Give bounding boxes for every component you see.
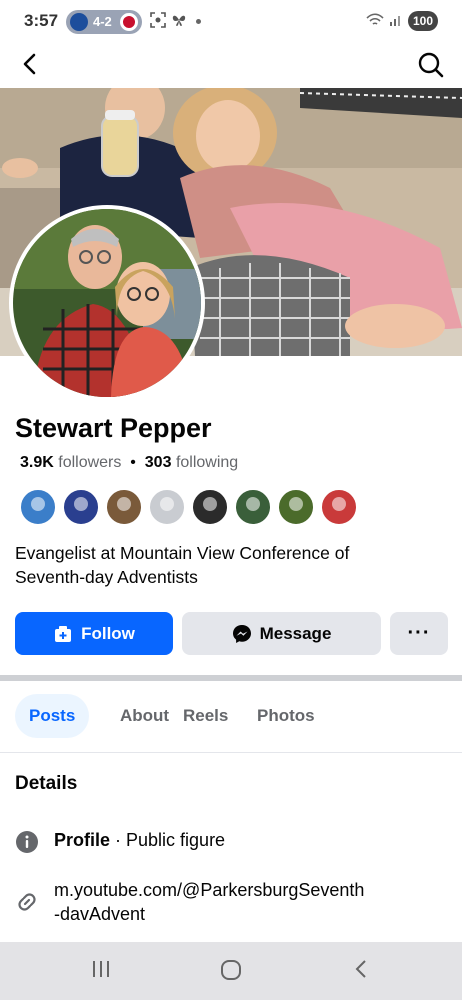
follower-avatar-face <box>74 497 88 511</box>
bio-line-1: Evangelist at Mountain View Conference o… <box>15 543 350 563</box>
bio-line-2: Seventh-day Adventists <box>15 567 198 587</box>
search-icon[interactable] <box>414 48 448 82</box>
back-arrow-icon[interactable] <box>14 48 46 80</box>
system-nav-bar <box>0 942 462 1000</box>
message-button[interactable]: Message <box>182 612 381 655</box>
recent-apps-icon[interactable] <box>90 958 112 980</box>
detail-profile-row: Profile · Public figure <box>15 828 445 856</box>
more-options-icon: ··· <box>407 622 431 644</box>
nfl-team-icon <box>70 13 88 31</box>
follower-avatar-face <box>117 497 131 511</box>
stats-separator: • <box>130 454 136 471</box>
profile-tabs: Posts About Reels Photos <box>15 694 445 738</box>
following-label[interactable]: following <box>176 454 238 471</box>
follower-avatar-face <box>203 497 217 511</box>
followers-label[interactable]: followers <box>58 454 121 471</box>
follower-avatar[interactable] <box>62 488 100 526</box>
follower-avatar[interactable] <box>320 488 358 526</box>
follower-avatar-face <box>31 497 45 511</box>
details-heading: Details <box>15 773 78 794</box>
section-divider <box>0 675 462 681</box>
link-icon <box>18 893 36 911</box>
wifi-icon <box>366 13 384 25</box>
home-icon[interactable] <box>219 958 243 982</box>
detail-link-row[interactable]: m.youtube.com/@ParkersburgSeventh -davAd… <box>15 878 445 928</box>
messenger-icon <box>232 624 251 643</box>
more-options-button[interactable]: ··· <box>390 612 448 655</box>
profile-avatar[interactable] <box>13 209 201 397</box>
battery-indicator: 100 <box>408 11 438 31</box>
butterfly-icon <box>172 15 186 26</box>
score-widget[interactable]: 4-2 <box>66 10 142 34</box>
follower-avatar[interactable] <box>234 488 272 526</box>
profile-type-label: Profile <box>54 830 111 850</box>
website-link-line-2[interactable]: -davAdvent <box>54 902 434 926</box>
signal-icon <box>390 16 400 26</box>
profile-avatar-image <box>13 209 201 397</box>
follower-avatar-face <box>332 497 346 511</box>
follower-avatar-face <box>289 497 303 511</box>
follower-avatar[interactable] <box>105 488 143 526</box>
follower-avatar[interactable] <box>148 488 186 526</box>
top-nav-bar <box>0 42 462 88</box>
screenshot-icon <box>150 12 166 28</box>
follower-avatar[interactable] <box>191 488 229 526</box>
follower-avatar-face <box>246 497 260 511</box>
profile-name: Stewart Pepper <box>15 413 212 443</box>
tab-posts[interactable]: Posts <box>15 694 90 738</box>
follow-button-label: Follow <box>81 623 135 643</box>
follower-avatars[interactable] <box>19 488 379 528</box>
status-time: 3:57 <box>24 11 59 30</box>
website-link-line-1[interactable]: m.youtube.com/@ParkersburgSeventh <box>54 878 434 902</box>
follower-avatar[interactable] <box>277 488 315 526</box>
follower-avatar[interactable] <box>19 488 57 526</box>
profile-type-value: Public figure <box>126 830 226 850</box>
profile-bio: Evangelist at Mountain View Conference o… <box>15 541 435 589</box>
dot-icon <box>196 19 201 24</box>
status-bar: 3:57 4-2 100 <box>0 0 462 42</box>
detail-profile-text: Profile · Public figure <box>54 828 434 852</box>
website-link[interactable]: m.youtube.com/@ParkersburgSeventh -davAd… <box>54 878 434 926</box>
profile-type-separator: · <box>110 830 127 850</box>
tabs-divider <box>0 752 462 753</box>
follower-avatar-face <box>160 497 174 511</box>
score-text: 4-2 <box>93 14 112 29</box>
follow-button[interactable]: Follow <box>15 612 173 655</box>
system-back-icon[interactable] <box>350 958 372 980</box>
message-button-label: Message <box>259 623 332 643</box>
cardinals-team-icon <box>120 13 138 31</box>
followers-count[interactable]: 3.9K <box>20 454 54 471</box>
profile-avatar-ring[interactable] <box>9 205 205 401</box>
info-icon <box>16 831 38 853</box>
tab-reels[interactable]: Reels <box>169 694 242 738</box>
tab-photos[interactable]: Photos <box>243 694 329 738</box>
following-count[interactable]: 303 <box>145 454 172 471</box>
follow-stats: 3.9K followers • 303 following <box>20 454 238 472</box>
add-friend-icon <box>55 625 72 642</box>
